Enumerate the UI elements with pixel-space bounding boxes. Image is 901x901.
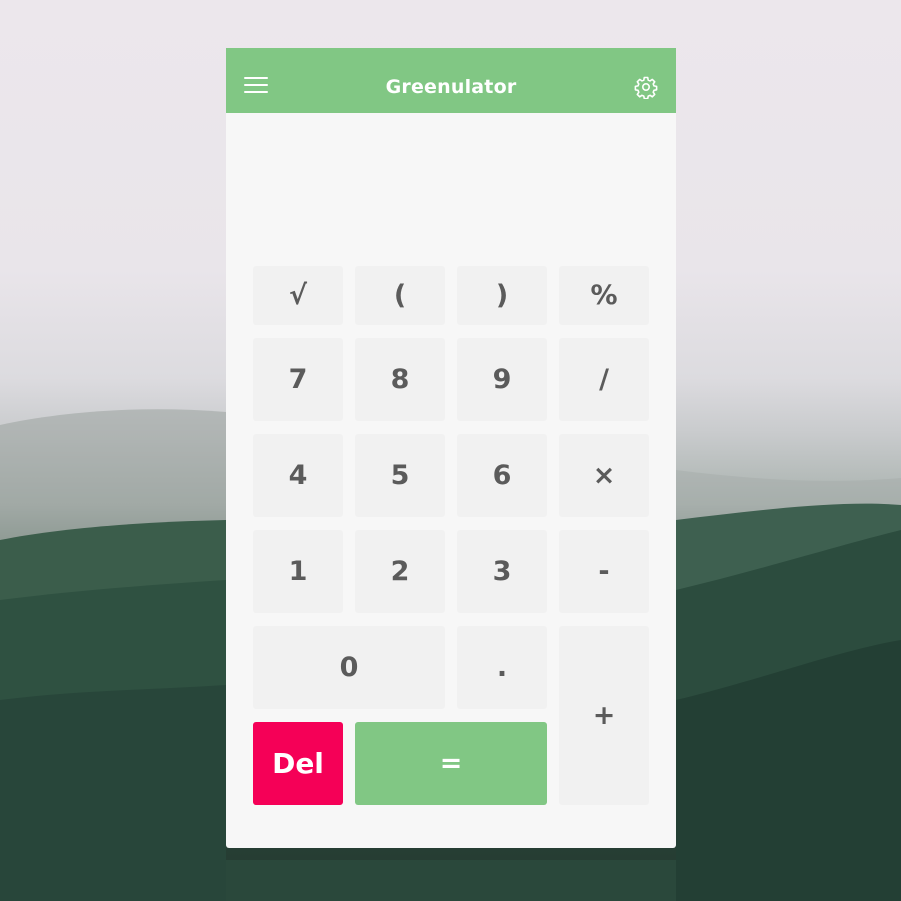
close-paren-button[interactable]: ) [457, 266, 547, 325]
open-paren-button[interactable]: ( [355, 266, 445, 325]
three-button[interactable]: 3 [457, 530, 547, 613]
calculator-app: Greenulator √ ( ) % 7 8 9 / 4 5 6 × 1 2 … [226, 48, 676, 848]
app-header: Greenulator [226, 48, 676, 113]
calculator-display [253, 123, 649, 253]
multiply-button[interactable]: × [559, 434, 649, 517]
nine-button[interactable]: 9 [457, 338, 547, 421]
percent-button[interactable]: % [559, 266, 649, 325]
gear-icon[interactable] [634, 75, 658, 100]
minus-button[interactable]: - [559, 530, 649, 613]
six-button[interactable]: 6 [457, 434, 547, 517]
eight-button[interactable]: 8 [355, 338, 445, 421]
four-button[interactable]: 4 [253, 434, 343, 517]
sqrt-button[interactable]: √ [253, 266, 343, 325]
decimal-button[interactable]: . [457, 626, 547, 709]
divide-button[interactable]: / [559, 338, 649, 421]
zero-button[interactable]: 0 [253, 626, 445, 709]
delete-button[interactable]: Del [253, 722, 343, 805]
plus-button[interactable]: + [559, 626, 649, 805]
app-title: Greenulator [385, 76, 517, 98]
one-button[interactable]: 1 [253, 530, 343, 613]
equals-button[interactable]: = [355, 722, 547, 805]
five-button[interactable]: 5 [355, 434, 445, 517]
seven-button[interactable]: 7 [253, 338, 343, 421]
two-button[interactable]: 2 [355, 530, 445, 613]
